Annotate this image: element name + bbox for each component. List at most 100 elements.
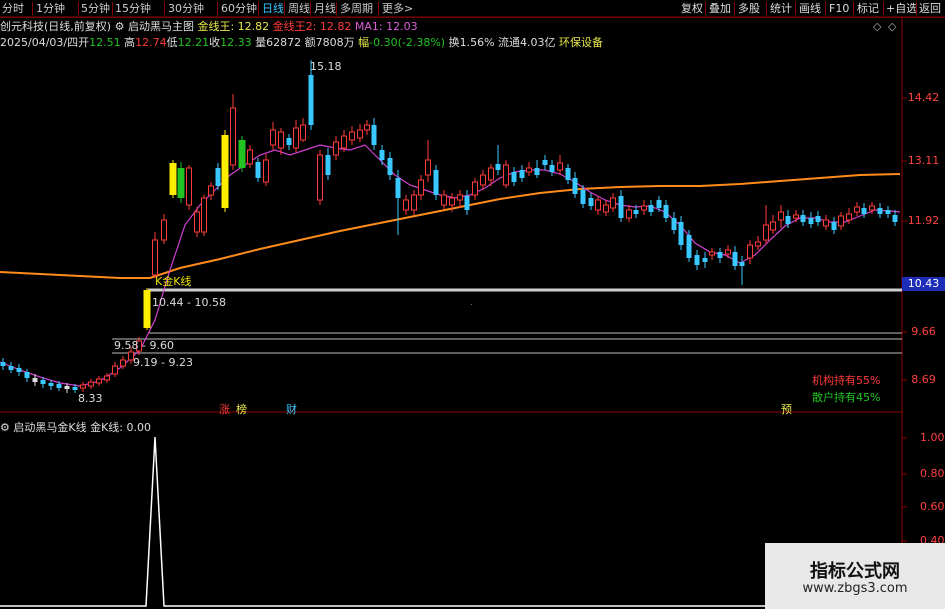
candle-body: [208, 185, 214, 196]
candle-body: [152, 239, 158, 276]
event-finance-icon[interactable]: 财: [286, 401, 297, 417]
candle-body: [488, 167, 494, 181]
candle-body: [763, 224, 769, 241]
high-annotation: 15.18: [310, 60, 342, 73]
candle-body: [626, 209, 632, 219]
candle-body: [72, 387, 78, 390]
candle-body: [778, 211, 784, 221]
watermark-url: www.zbgs3.com: [802, 581, 908, 596]
candle-body: [877, 208, 883, 214]
candle-body: [869, 205, 875, 211]
candle-body: [8, 366, 14, 370]
candle-body: [702, 258, 708, 262]
candle-body: [618, 196, 624, 218]
candle-body: [671, 218, 677, 230]
candle-body: [286, 138, 292, 145]
diamond-icon[interactable]: ◇: [888, 20, 896, 33]
candle-body: [186, 167, 192, 206]
candle-body: [831, 222, 837, 230]
candle-body: [725, 249, 731, 255]
candle-body: [686, 235, 692, 258]
candle-body: [526, 167, 532, 173]
candle-body: [238, 140, 246, 168]
candle-body: [557, 162, 563, 171]
candle-body: [247, 149, 253, 165]
candle-body: [770, 221, 776, 231]
candle-body: [411, 194, 417, 211]
candle-body: [230, 107, 236, 166]
candle-body: [40, 380, 46, 384]
candle-body: [747, 244, 753, 259]
candle-body: [449, 197, 455, 206]
dot-marker: .: [470, 298, 473, 307]
price-axis-label: 8.69: [911, 373, 936, 386]
event-limit-up-icon[interactable]: 涨: [219, 401, 230, 417]
candle-body: [120, 359, 126, 367]
retail-holding: 散户持有45%: [812, 391, 881, 404]
settings-circle-icon[interactable]: ⚙: [0, 421, 10, 434]
candle-body: [64, 386, 70, 389]
institution-holding: 机构持有55%: [812, 374, 881, 387]
candle-body: [325, 155, 331, 175]
diamond-icon[interactable]: ◇: [873, 20, 881, 33]
candle-body: [48, 383, 54, 386]
candle-body: [270, 129, 276, 146]
sub-panel-title: ⚙ 启动黑马金K线 金K线: 0.00: [0, 419, 151, 435]
candle-body: [177, 168, 185, 198]
candle-body: [418, 179, 424, 196]
price-axis-label: 13.11: [907, 154, 940, 167]
candle-body: [293, 127, 299, 149]
event-forecast-icon[interactable]: 预: [781, 401, 792, 417]
candle-body: [317, 154, 323, 201]
candle-body: [892, 215, 898, 222]
candle-body: [80, 384, 86, 389]
candle-body: [565, 168, 571, 180]
candle-body: [861, 208, 867, 214]
candle-body: [519, 170, 525, 178]
candle-body: [572, 178, 578, 194]
candle-body: [255, 162, 261, 178]
candle-body: [694, 255, 700, 265]
candle-body: [96, 378, 102, 384]
candle-body: [403, 199, 409, 211]
candle-body: [333, 141, 339, 156]
candle-body: [433, 170, 439, 195]
sub-indicator-name[interactable]: 启动黑马金K线: [13, 421, 86, 434]
current-price-tag: 10.43: [902, 277, 945, 291]
candle-body: [371, 125, 377, 145]
candle-body: [542, 160, 548, 165]
candle-body: [349, 131, 355, 141]
event-list-icon[interactable]: 榜: [236, 401, 247, 417]
candle-body: [663, 205, 669, 218]
candle-body: [16, 368, 22, 372]
candle-body: [793, 214, 799, 219]
candle-body: [457, 194, 463, 201]
candle-body: [633, 210, 639, 214]
kline-chart[interactable]: 15.18 8.33 K金K线 10.44 - 10.58 9.58 - 9.6…: [0, 0, 945, 609]
candle-body: [24, 372, 30, 378]
candle-body: [104, 375, 110, 381]
price-axis-label: 9.66: [911, 325, 936, 338]
candle-body: [495, 164, 501, 170]
candle-body: [885, 210, 891, 214]
candle-body: [215, 168, 221, 186]
candle-body: [0, 362, 6, 366]
candle-body: [441, 194, 447, 206]
low-annotation: 8.33: [78, 392, 103, 405]
candle-body: [648, 205, 654, 212]
candle-body: [357, 129, 363, 139]
candle-body: [425, 159, 431, 176]
candle-body: [395, 178, 401, 198]
watermark-title: 指标公式网: [810, 561, 900, 582]
candle-body: [32, 378, 38, 382]
candle-body: [534, 168, 540, 175]
chart-frame: [0, 16, 945, 609]
candle-body: [201, 197, 207, 233]
candle-body: [641, 205, 647, 211]
candle-body: [800, 215, 806, 222]
candle-body: [480, 174, 486, 186]
candle-body: [739, 262, 745, 266]
zone3-label: 9.19 - 9.23: [133, 356, 193, 369]
zone1-label: 10.44 - 10.58: [152, 296, 226, 309]
candle-body: [595, 199, 601, 211]
